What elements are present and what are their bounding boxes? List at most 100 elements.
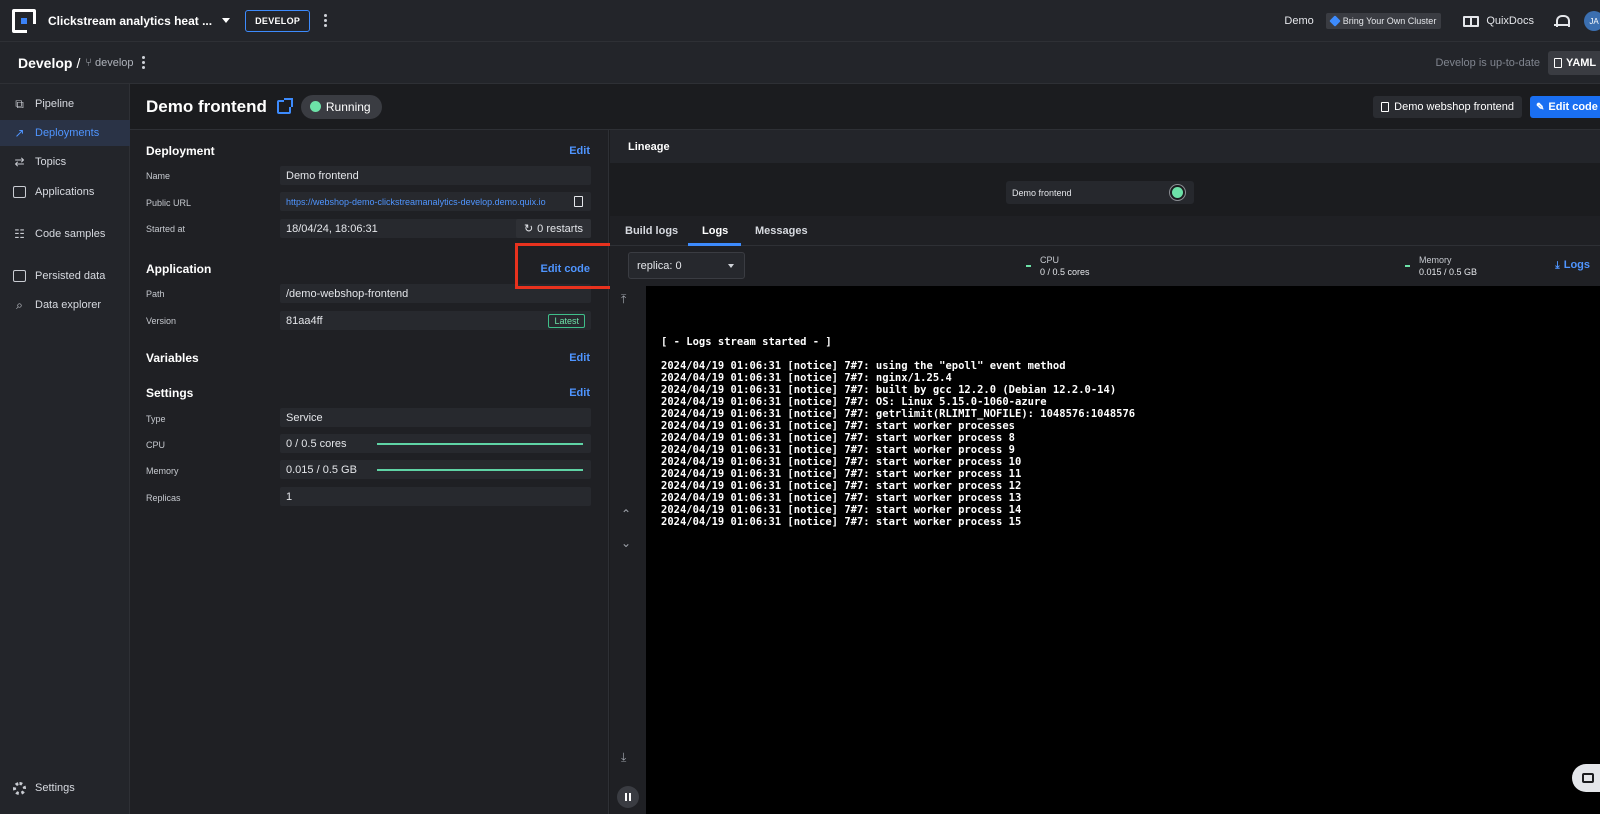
type-value: Service — [280, 408, 591, 427]
sidebar-item-topics[interactable]: ⇄ Topics — [0, 149, 130, 175]
public-url-label: Public URL — [146, 198, 192, 208]
log-gutter: ⤒ ⌃ ⌄ ⤓ — [610, 286, 646, 814]
log-line: [ - Logs stream started - ] — [661, 336, 832, 348]
breadcrumb[interactable]: Develop — [18, 55, 72, 71]
log-tabs: Build logs Logs Messages — [610, 216, 1600, 246]
breadcrumb-bar: Develop / ⑂ develop Develop is up-to-dat… — [0, 42, 1600, 84]
data-explorer-icon: ⌕ — [16, 297, 23, 312]
log-line: 2024/04/19 01:06:31 [notice] 7#7: start … — [661, 492, 1022, 504]
project-link[interactable]: Demo webshop frontend — [1373, 96, 1522, 118]
type-label: Type — [146, 414, 166, 424]
logs-memory-value: 0.015 / 0.5 GB — [1419, 267, 1478, 277]
bell-icon[interactable] — [1554, 14, 1570, 28]
more-options-icon[interactable] — [324, 14, 328, 27]
branch-icon: ⑂ — [85, 56, 92, 69]
memory-indicator-icon — [1405, 265, 1410, 267]
log-output[interactable]: [ - Logs stream started - ] 2024/04/19 0… — [646, 286, 1600, 814]
deployment-header: Demo frontend Running Demo webshop front… — [130, 84, 1600, 130]
log-line: 2024/04/19 01:06:31 [notice] 7#7: start … — [661, 456, 1022, 468]
sidebar-item-label: Data explorer — [35, 299, 102, 311]
sidebar-item-code-samples[interactable]: ☷ Code samples — [0, 221, 130, 247]
download-logs-button[interactable]: ⤓ Logs — [1555, 259, 1590, 271]
docs-link[interactable]: QuixDocs — [1463, 15, 1534, 27]
log-line: 2024/04/19 01:06:31 [notice] 7#7: getrli… — [661, 408, 1136, 420]
sidebar-item-label: Settings — [35, 782, 75, 794]
replicas-value: 1 — [280, 487, 591, 506]
deployment-edit-link[interactable]: Edit — [569, 145, 590, 157]
settings-edit-link[interactable]: Edit — [569, 387, 590, 399]
cpu-value: 0 / 0.5 cores — [280, 434, 591, 453]
yaml-button[interactable]: YAML — [1548, 51, 1600, 75]
node-status-icon — [1172, 187, 1183, 198]
docs-label: QuixDocs — [1486, 15, 1534, 27]
top-bar: Clickstream analytics heat ... DEVELOP D… — [0, 0, 1600, 42]
path-label: Path — [146, 289, 165, 299]
branch-options-icon[interactable] — [141, 56, 145, 69]
name-label: Name — [146, 171, 171, 181]
started-at-label: Started at — [146, 224, 186, 234]
memory-text: 0.015 / 0.5 GB — [286, 463, 357, 476]
cpu-meter — [377, 443, 583, 445]
gear-icon — [12, 781, 27, 795]
latest-badge: Latest — [548, 314, 585, 328]
chevron-down-icon[interactable] — [222, 18, 231, 23]
variables-edit-link[interactable]: Edit — [569, 352, 590, 364]
sidebar-item-data-explorer[interactable]: ⌕ Data explorer — [0, 292, 130, 318]
memory-label: Memory — [146, 466, 179, 476]
name-value: Demo frontend — [280, 166, 591, 185]
log-line: 2024/04/19 01:06:31 [notice] 7#7: OS: Li… — [661, 396, 1047, 408]
replica-select[interactable]: replica: 0 — [628, 252, 745, 279]
breadcrumb-separator: / — [76, 54, 81, 71]
page-title: Demo frontend — [146, 96, 267, 116]
lineage-header: Lineage — [610, 130, 1600, 163]
pipeline-icon: ⧉ — [15, 96, 24, 111]
public-url-link[interactable]: https://webshop-demo-clickstreamanalytic… — [286, 197, 546, 207]
copy-icon[interactable] — [574, 196, 583, 207]
open-external-icon[interactable] — [276, 97, 293, 114]
org-label[interactable]: Demo — [1284, 15, 1313, 27]
log-line: 2024/04/19 01:06:31 [notice] 7#7: start … — [661, 420, 1016, 432]
chevron-up-icon[interactable]: ⌃ — [621, 507, 631, 521]
quix-logo-icon[interactable] — [12, 8, 36, 33]
logs-toolbar: replica: 0 CPU 0 / 0.5 cores Memory 0.01… — [610, 246, 1600, 286]
scroll-bottom-icon[interactable]: ⤓ — [621, 750, 626, 765]
lineage-node[interactable]: Demo frontend — [1006, 181, 1194, 204]
branch-name[interactable]: develop — [95, 57, 134, 69]
sidebar-item-persisted-data[interactable]: Persisted data — [0, 263, 130, 289]
log-line: 2024/04/19 01:06:31 [notice] 7#7: start … — [661, 516, 1022, 528]
sidebar-item-deployments[interactable]: ↗ Deployments — [0, 120, 130, 146]
highlight-box — [515, 243, 622, 289]
sidebar-item-applications[interactable]: Applications — [0, 179, 130, 205]
workspace-name[interactable]: Clickstream analytics heat ... — [48, 14, 212, 28]
status-label: Running — [325, 99, 371, 114]
rocket-icon: ↗ — [14, 126, 25, 140]
byoc-badge[interactable]: Bring Your Own Cluster — [1325, 13, 1442, 29]
scroll-top-icon[interactable]: ⤒ — [621, 292, 626, 307]
tab-build-logs[interactable]: Build logs — [625, 216, 678, 246]
code-samples-icon: ☷ — [14, 227, 25, 241]
status-badge: Running — [300, 94, 382, 119]
sidebar-item-settings[interactable]: Settings — [0, 775, 130, 801]
sidebar-item-label: Persisted data — [35, 270, 106, 282]
tab-messages[interactable]: Messages — [755, 216, 808, 246]
restarts-label: 0 restarts — [537, 222, 584, 235]
tab-logs[interactable]: Logs — [702, 216, 728, 246]
sidebar: ⧉ Pipeline ↗ Deployments ⇄ Topics Applic… — [0, 84, 130, 814]
pause-button[interactable] — [617, 786, 639, 808]
chat-support-icon[interactable] — [1572, 764, 1600, 792]
environment-button[interactable]: DEVELOP — [245, 9, 311, 32]
lineage-node-label: Demo frontend — [1012, 187, 1072, 198]
logs-cpu-value: 0 / 0.5 cores — [1040, 267, 1090, 277]
cpu-text: 0 / 0.5 cores — [286, 437, 347, 450]
memory-value: 0.015 / 0.5 GB — [280, 460, 591, 479]
edit-code-button[interactable]: ✎ Edit code — [1530, 96, 1600, 118]
restarts-button[interactable]: ↻ 0 restarts — [516, 219, 591, 238]
sidebar-item-label: Deployments — [35, 127, 100, 139]
chevron-down-icon[interactable]: ⌄ — [621, 536, 631, 550]
avatar[interactable]: JA — [1584, 11, 1600, 31]
sidebar-item-pipeline[interactable]: ⧉ Pipeline — [0, 91, 130, 117]
log-line: 2024/04/19 01:06:31 [notice] 7#7: start … — [661, 480, 1022, 492]
version-text: 81aa4ff — [286, 314, 323, 327]
sync-status: Develop is up-to-date — [1435, 56, 1540, 69]
topics-icon: ⇄ — [14, 155, 25, 169]
